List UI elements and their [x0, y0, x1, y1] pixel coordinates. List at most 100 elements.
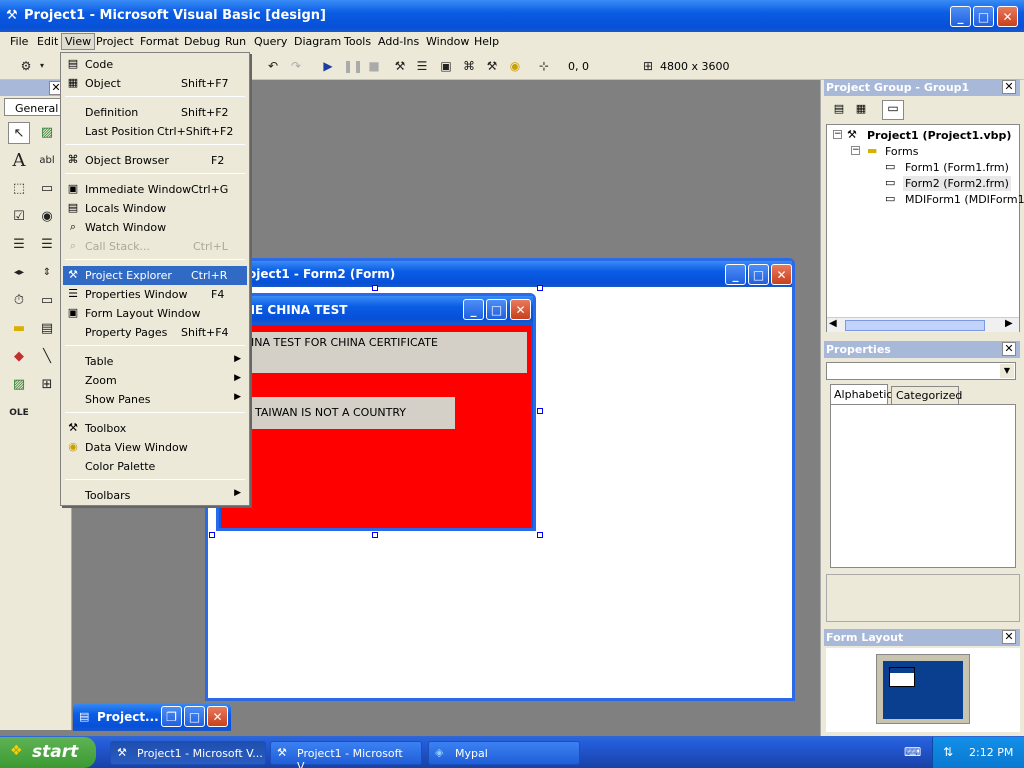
- menu-tools[interactable]: Tools: [344, 35, 371, 48]
- minimized-window[interactable]: ▤ Project... ❐ □ ✕: [73, 703, 231, 731]
- hscrollbar-tool-icon[interactable]: ◂▸: [8, 262, 30, 284]
- selection-handle[interactable]: [537, 285, 543, 291]
- minimized-maximize-button[interactable]: □: [184, 706, 205, 727]
- timer-tool-icon[interactable]: ⏱: [8, 290, 30, 312]
- menu-item-locals-window[interactable]: ▤ Locals Window: [63, 199, 247, 218]
- add-project-icon[interactable]: ⚙: [18, 58, 34, 74]
- scroll-thumb[interactable]: [845, 320, 985, 331]
- commandbutton-tool-icon[interactable]: ▭: [36, 178, 58, 200]
- taskbar-button-mypal[interactable]: ◈ Mypal: [428, 741, 580, 765]
- view-object-button-icon[interactable]: ▦: [852, 102, 870, 118]
- checkbox-tool-icon[interactable]: ☑: [8, 206, 30, 228]
- form-layout-toolbar-icon[interactable]: ▣: [438, 58, 454, 74]
- menu-item-last-position[interactable]: Last Position Ctrl+Shift+F2: [63, 122, 247, 141]
- form-designer-close-button[interactable]: ✕: [771, 264, 792, 285]
- menu-project[interactable]: Project: [96, 35, 134, 48]
- form2-close-button[interactable]: ✕: [510, 299, 531, 320]
- maximize-button[interactable]: □: [973, 6, 994, 27]
- clock[interactable]: 2:12 PM: [969, 746, 1013, 759]
- dirlistbox-tool-icon[interactable]: ▬: [8, 318, 30, 340]
- form-designer-minimize-button[interactable]: _: [725, 264, 746, 285]
- menu-item-object-browser[interactable]: ⌘ Object Browser F2: [63, 151, 247, 170]
- tree-collapse-icon[interactable]: −: [833, 130, 842, 139]
- menu-item-properties-window[interactable]: ☰ Properties Window F4: [63, 285, 247, 304]
- form2-title-bar[interactable]: HE CHINA TEST _ □ ✕: [219, 296, 533, 323]
- start-icon[interactable]: ▶: [320, 58, 336, 74]
- line-tool-icon[interactable]: ╲: [36, 346, 58, 368]
- listbox-tool-icon[interactable]: ☰: [36, 234, 58, 256]
- form2-minimize-button[interactable]: _: [463, 299, 484, 320]
- tree-project-node[interactable]: Project1 (Project1.vbp): [867, 129, 1011, 142]
- data-view-toolbar-icon[interactable]: ◉: [507, 58, 523, 74]
- vscrollbar-tool-icon[interactable]: ⇕: [36, 262, 58, 284]
- tree-mdiform1[interactable]: MDIForm1 (MDIForm1.f: [905, 193, 1024, 206]
- properties-grid[interactable]: [830, 404, 1016, 568]
- image-tool-icon[interactable]: ▨: [8, 374, 30, 396]
- form-designer-maximize-button[interactable]: □: [748, 264, 769, 285]
- drivelistbox-tool-icon[interactable]: ▭: [36, 290, 58, 312]
- properties-close-icon[interactable]: ✕: [1002, 342, 1016, 356]
- menu-item-watch-window[interactable]: ⌕ Watch Window: [63, 218, 247, 237]
- data-tool-icon[interactable]: ⊞: [36, 374, 58, 396]
- textbox-tool-icon[interactable]: abl: [36, 150, 58, 172]
- menu-format[interactable]: Format: [140, 35, 179, 48]
- tree-forms-folder[interactable]: Forms: [885, 145, 918, 158]
- minimized-restore-button[interactable]: ❐: [161, 706, 182, 727]
- tree-form1[interactable]: Form1 (Form1.frm): [905, 161, 1009, 174]
- form2-label-taiwan[interactable]: TAIWAN IS NOT A COUNTRY: [243, 397, 455, 429]
- menu-item-table[interactable]: Table ▶: [63, 352, 247, 371]
- minimized-close-button[interactable]: ✕: [207, 706, 228, 727]
- selection-handle[interactable]: [209, 532, 215, 538]
- form-layout-title-bar[interactable]: Form Layout ✕: [824, 629, 1020, 646]
- menu-item-data-view-window[interactable]: ◉ Data View Window: [63, 438, 247, 457]
- form2-label-certificate[interactable]: INA TEST FOR CHINA CERTIFICATE: [243, 332, 527, 373]
- properties-object-combo[interactable]: ▼: [826, 362, 1016, 380]
- picturebox-tool-icon[interactable]: ▨: [36, 122, 58, 144]
- menu-debug[interactable]: Debug: [184, 35, 220, 48]
- project-group-close-icon[interactable]: ✕: [1002, 80, 1016, 94]
- keyboard-icon[interactable]: ⌨: [904, 745, 921, 759]
- selection-handle[interactable]: [537, 408, 543, 414]
- menu-window[interactable]: Window: [426, 35, 469, 48]
- form2-design-window[interactable]: HE CHINA TEST _ □ ✕ INA TEST FOR CHINA C…: [216, 293, 536, 531]
- undo-icon[interactable]: ↶: [265, 58, 281, 74]
- tab-alphabetic[interactable]: Alphabetic: [830, 384, 892, 404]
- label-tool-icon[interactable]: A: [8, 150, 30, 172]
- scroll-right-icon[interactable]: ▶: [1005, 318, 1013, 329]
- project-group-title-bar[interactable]: Project Group - Group1 ✕: [824, 79, 1020, 96]
- menu-diagram[interactable]: Diagram: [294, 35, 341, 48]
- network-icon[interactable]: ⇅: [943, 745, 953, 759]
- form-layout-close-icon[interactable]: ✕: [1002, 630, 1016, 644]
- scroll-left-icon[interactable]: ◀: [829, 318, 837, 329]
- properties-toolbar-icon[interactable]: ☰: [414, 58, 430, 74]
- form2-maximize-button[interactable]: □: [486, 299, 507, 320]
- toolbox-toolbar-icon[interactable]: ⚒: [484, 58, 500, 74]
- taskbar-button-vb2[interactable]: ⚒ Project1 - Microsoft V...: [270, 741, 422, 768]
- close-button[interactable]: ✕: [997, 6, 1018, 27]
- window-title-bar[interactable]: ⚒ Project1 - Microsoft Visual Basic [des…: [0, 0, 1024, 32]
- menu-item-zoom[interactable]: Zoom ▶: [63, 371, 247, 390]
- tab-categorized[interactable]: Categorized: [891, 386, 962, 404]
- menu-item-code[interactable]: ▤ Code: [63, 55, 247, 74]
- menu-edit[interactable]: Edit: [37, 35, 58, 48]
- menu-view[interactable]: View: [61, 33, 96, 50]
- menu-item-property-pages[interactable]: Property Pages Shift+F4: [63, 323, 247, 342]
- properties-title-bar[interactable]: Properties ✕: [824, 341, 1020, 358]
- menu-item-form-layout-window[interactable]: ▣ Form Layout Window: [63, 304, 247, 323]
- pointer-tool-icon[interactable]: ↖: [8, 122, 30, 144]
- view-code-button-icon[interactable]: ▤: [830, 102, 848, 118]
- ole-tool-icon[interactable]: OLE: [8, 402, 30, 424]
- menu-item-toolbars[interactable]: Toolbars ▶: [63, 486, 247, 505]
- frame-tool-icon[interactable]: ⬚: [8, 178, 30, 200]
- filelistbox-tool-icon[interactable]: ▤: [36, 318, 58, 340]
- combobox-tool-icon[interactable]: ☰: [8, 234, 30, 256]
- tree-collapse-icon[interactable]: −: [851, 146, 860, 155]
- object-browser-toolbar-icon[interactable]: ⌘: [461, 58, 477, 74]
- toolbox-general-tab[interactable]: General: [4, 98, 68, 116]
- combo-dropdown-icon[interactable]: ▼: [1000, 364, 1014, 378]
- shape-tool-icon[interactable]: ◆: [8, 346, 30, 368]
- optionbutton-tool-icon[interactable]: ◉: [36, 206, 58, 228]
- minimize-button[interactable]: _: [950, 6, 971, 27]
- menu-item-color-palette[interactable]: Color Palette: [63, 457, 247, 476]
- selection-handle[interactable]: [372, 285, 378, 291]
